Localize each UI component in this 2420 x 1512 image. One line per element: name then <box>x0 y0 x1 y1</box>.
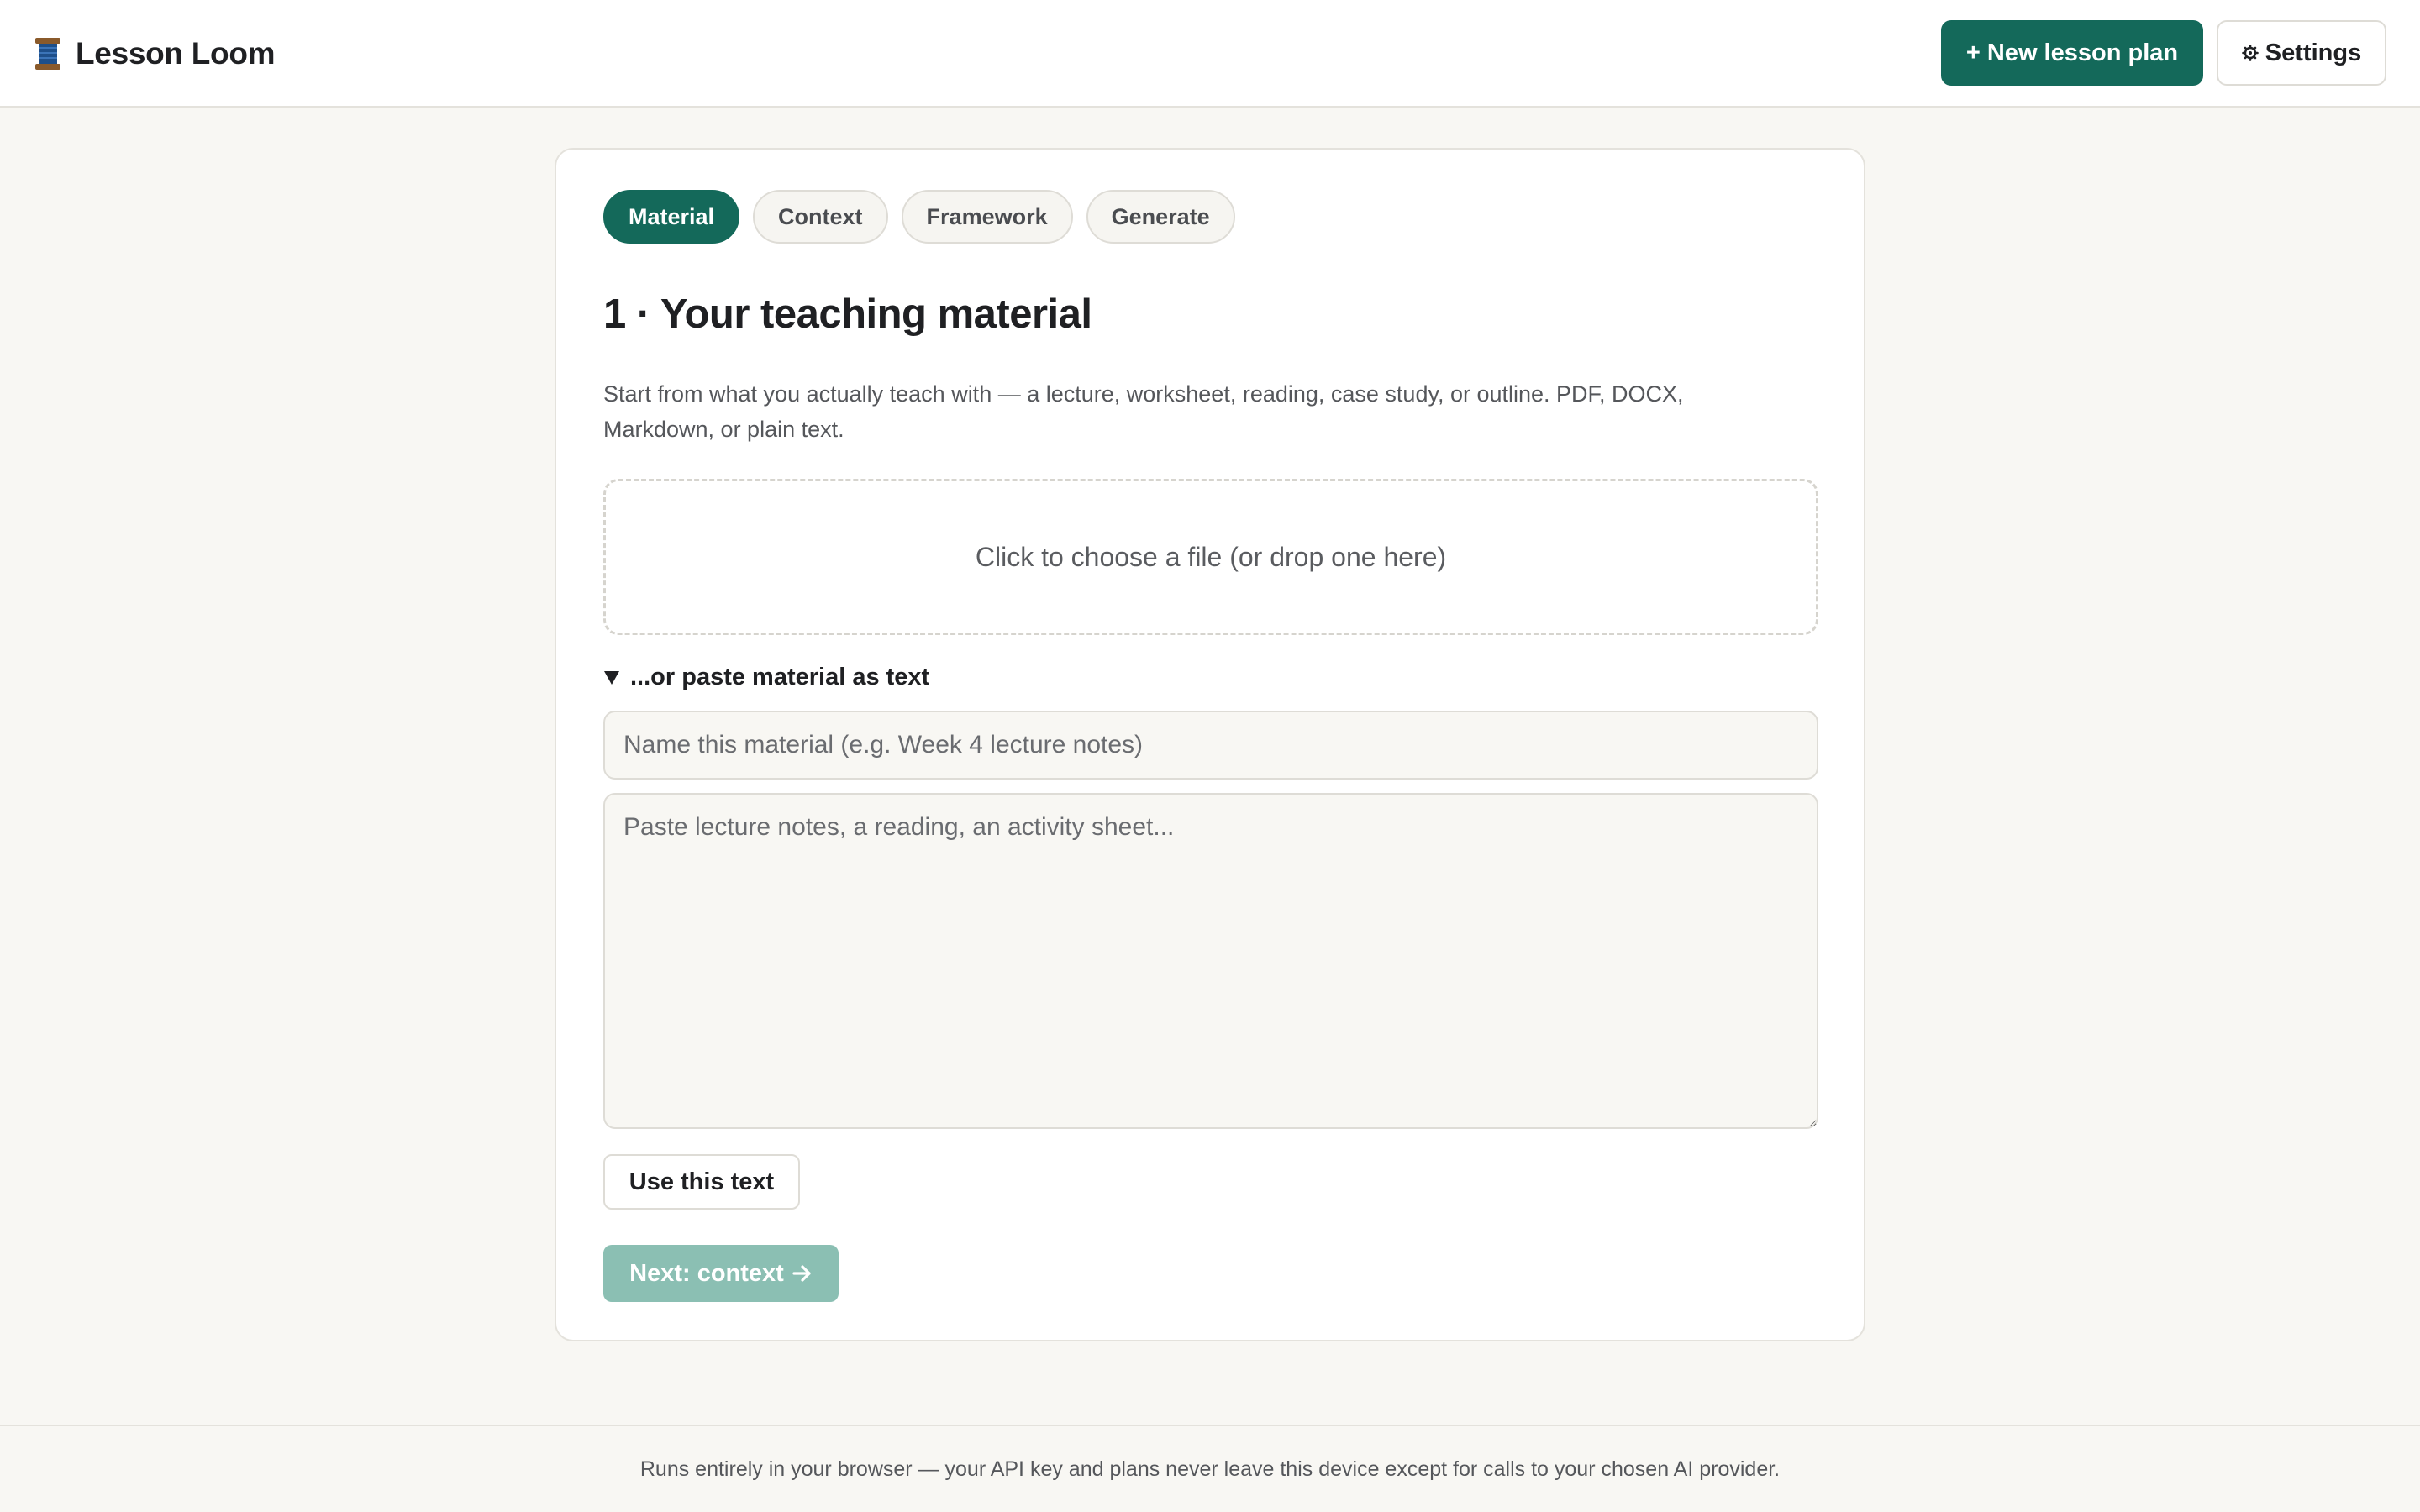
tab-generate[interactable]: Generate <box>1086 190 1235 244</box>
tab-context[interactable]: Context <box>753 190 888 244</box>
material-text-area[interactable] <box>603 793 1818 1129</box>
page-title: 1 · Your teaching material <box>603 291 1092 337</box>
step-tabs: Material Context Framework Generate <box>603 190 1235 244</box>
brand[interactable]: Lesson Loom <box>34 30 276 77</box>
wizard-card: Material Context Framework Generate 1 · … <box>555 148 1865 1341</box>
tab-material[interactable]: Material <box>603 190 740 244</box>
new-lesson-plan-button[interactable]: + New lesson plan <box>1941 20 2203 86</box>
section-description: Start from what you actually teach with … <box>603 381 1684 442</box>
tab-framework[interactable]: Framework <box>901 190 1073 244</box>
triangle-down-icon <box>604 670 619 685</box>
use-this-text-button[interactable]: Use this text <box>603 1154 800 1210</box>
settings-label: Settings <box>2265 39 2362 66</box>
paste-text-toggle[interactable]: ...or paste material as text <box>603 664 929 691</box>
material-name-input[interactable] <box>603 711 1818 780</box>
arrow-right-icon <box>792 1265 811 1282</box>
settings-button[interactable]: Settings <box>2217 20 2386 86</box>
footer: Runs entirely in your browser — your API… <box>0 1425 2420 1512</box>
top-bar: Lesson Loom + New lesson plan Settings <box>0 0 2420 108</box>
app-name: Lesson Loom <box>76 36 276 71</box>
gear-icon <box>2241 45 2259 61</box>
dropzone-label: Click to choose a file (or drop one here… <box>975 541 1447 572</box>
next-button-label: Next: context <box>629 1259 784 1287</box>
file-dropzone[interactable]: Click to choose a file (or drop one here… <box>603 479 1818 635</box>
spool-icon <box>35 38 60 70</box>
privacy-note: Runs entirely in your browser — your API… <box>639 1457 1781 1481</box>
next-context-button[interactable]: Next: context <box>603 1245 839 1302</box>
paste-toggle-label: ...or paste material as text <box>630 664 930 690</box>
